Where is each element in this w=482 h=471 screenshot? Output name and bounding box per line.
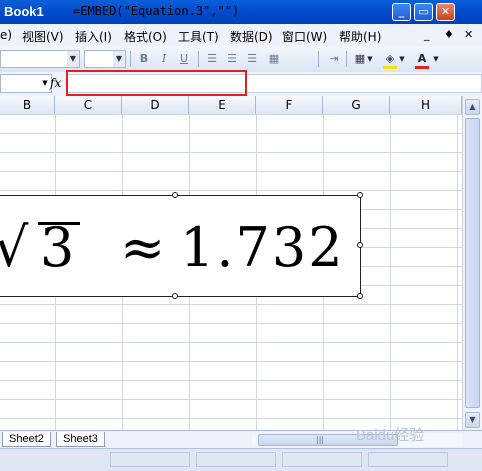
scroll-down-icon[interactable]: ▼ [465,412,480,428]
toolbar-separator [346,51,347,67]
align-left-icon[interactable]: ☰ [204,51,220,67]
tab-sheet2[interactable]: Sheet2 [2,432,51,447]
status-panel [368,452,448,467]
status-bar [0,448,482,471]
equation-content: √ 3 ≈ 1.732 [0,208,361,288]
watermark-logo: Baidu经验 [356,427,425,444]
tab-sheet3[interactable]: Sheet3 [56,432,105,447]
resize-handle-bottom[interactable] [172,293,178,299]
resize-handle-top-right[interactable] [357,192,363,198]
chevron-down-icon[interactable]: ▼ [113,51,125,67]
window-title: Book1 [4,4,44,19]
fill-color-swatch [383,66,397,69]
italic-icon[interactable]: I [156,51,172,67]
column-header-b[interactable]: B [0,96,55,114]
resize-handle-right[interactable] [357,242,363,248]
merge-center-icon[interactable]: ▦ [266,51,282,67]
font-color-swatch [415,66,429,69]
font-color-icon[interactable]: A [414,51,430,67]
restore-button[interactable]: ▭ [414,3,433,21]
indent-icon[interactable]: ⇥ [326,51,342,67]
formula-text: =EMBED("Equation.3","") [73,4,240,18]
chevron-down-icon[interactable]: ▼ [366,51,374,67]
menu-edit[interactable]: e) [0,28,12,42]
formula-bar: ▼ fx [0,72,482,97]
chevron-down-icon[interactable]: ▼ [40,76,50,91]
chevron-down-icon[interactable]: ▼ [398,51,406,67]
font-name-combo[interactable]: ▼ [0,50,80,68]
fill-color-icon[interactable]: ◈ [382,51,398,67]
status-panel [282,452,362,467]
bold-icon[interactable]: B [136,51,152,67]
doc-close-button[interactable]: ✕ [464,28,473,41]
font-size-combo[interactable]: ▼ [84,50,126,68]
menu-window[interactable]: 窗口(W) [282,28,327,45]
scroll-up-icon[interactable]: ▲ [465,99,480,115]
chevron-down-icon[interactable]: ▼ [432,51,440,67]
status-panel [110,452,190,467]
doc-minimize-button[interactable]: _ [424,28,430,41]
radical-sign: √ [0,216,29,279]
menu-view[interactable]: 视图(V) [22,28,64,45]
chevron-down-icon[interactable]: ▼ [67,51,79,67]
align-center-icon[interactable]: ☰ [224,51,240,67]
formula-input[interactable] [66,74,482,93]
approx-symbol: ≈ [120,216,166,279]
menu-bar: e) 视图(V) 插入(I) 格式(O) 工具(T) 数据(D) 窗口(W) 帮… [0,24,482,47]
column-header-g[interactable]: G [323,96,390,114]
align-right-icon[interactable]: ☰ [244,51,260,67]
resize-handle-bottom-right[interactable] [357,293,363,299]
toolbar-separator [198,51,199,67]
function-icon[interactable]: fx [50,76,61,90]
column-header-f[interactable]: F [256,96,323,114]
vertical-scrollbar[interactable]: ▲ ▼ [462,96,482,430]
approx-value: 1.732 [180,216,345,279]
underline-icon[interactable]: U [176,51,192,67]
menu-tools[interactable]: 工具(T) [178,28,219,45]
name-box[interactable]: ▼ [0,74,52,93]
menu-help[interactable]: 帮助(H) [339,28,381,45]
close-button[interactable]: ✕ [436,3,455,21]
column-headers: B C D E F G H [0,96,462,115]
menu-format[interactable]: 格式(O) [124,28,167,45]
column-header-e[interactable]: E [189,96,256,114]
column-header-d[interactable]: D [122,96,189,114]
resize-handle-top[interactable] [172,192,178,198]
toolbar-separator [130,51,131,67]
doc-restore-button[interactable]: ♦ [444,28,454,41]
radicand: 3 [40,216,75,279]
toolbar-separator [318,51,319,67]
minimize-button[interactable]: _ [392,3,411,21]
menu-insert[interactable]: 插入(I) [75,28,112,45]
grip-icon: ||| [316,435,325,444]
vertical-scroll-thumb[interactable] [465,118,480,408]
column-header-c[interactable]: C [55,96,122,114]
column-header-h[interactable]: H [390,96,462,114]
menu-data[interactable]: 数据(D) [230,28,273,45]
formatting-toolbar: ▼ ▼ B I U ☰ ☰ ☰ ▦ ⇥ ▦ ▼ ◈ ▼ A ▼ [0,46,482,73]
status-panel [196,452,276,467]
